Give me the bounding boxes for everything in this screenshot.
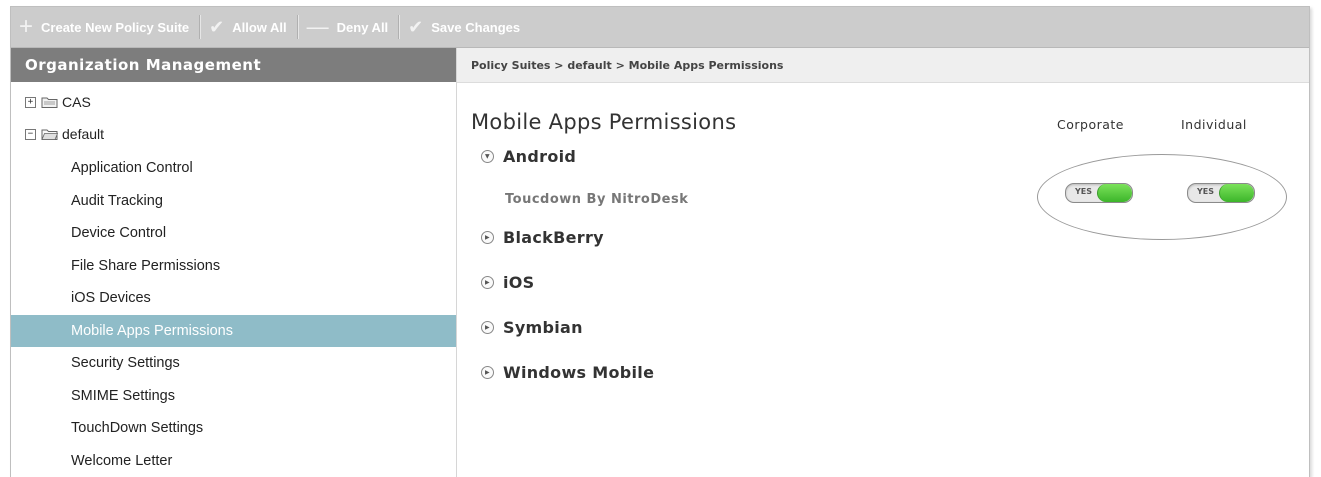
expanded-arrow-icon: ▼ (481, 150, 494, 163)
create-policy-suite-button[interactable]: + Create New Policy Suite (11, 7, 199, 47)
tree-node-label: default (62, 126, 104, 142)
check-icon: ✔ (209, 18, 224, 36)
sidebar: Organization Management + CAS − default … (11, 48, 457, 477)
platform-android[interactable]: ▼ Android (481, 147, 576, 166)
sidebar-header: Organization Management (11, 48, 456, 82)
sidebar-item-security-settings[interactable]: Security Settings (11, 347, 456, 380)
platform-label: iOS (503, 273, 535, 292)
column-header-individual: Individual (1181, 117, 1247, 132)
minus-icon: — (307, 16, 329, 38)
save-changes-button[interactable]: ✔ Save Changes (400, 7, 530, 47)
sidebar-item-device-control[interactable]: Device Control (11, 217, 456, 250)
platform-symbian[interactable]: ▶ Symbian (481, 318, 583, 337)
collapsed-arrow-icon: ▶ (481, 276, 494, 289)
collapsed-arrow-icon: ▶ (481, 321, 494, 334)
platform-blackberry[interactable]: ▶ BlackBerry (481, 228, 604, 247)
corporate-toggle[interactable]: YES (1065, 183, 1133, 203)
expand-icon[interactable]: + (25, 97, 36, 108)
toggle-label: YES (1075, 187, 1092, 196)
toggle-knob (1219, 184, 1254, 202)
page-title: Mobile Apps Permissions (471, 110, 736, 134)
collapsed-arrow-icon: ▶ (481, 366, 494, 379)
toggle-label: YES (1197, 187, 1214, 196)
platform-label: Symbian (503, 318, 583, 337)
individual-toggle[interactable]: YES (1187, 183, 1255, 203)
sidebar-item-audit-tracking[interactable]: Audit Tracking (11, 185, 456, 218)
collapse-icon[interactable]: − (25, 129, 36, 140)
sidebar-item-file-share-permissions[interactable]: File Share Permissions (11, 250, 456, 283)
check-icon: ✔ (408, 18, 423, 36)
toggle-knob (1097, 184, 1132, 202)
create-policy-suite-label: Create New Policy Suite (41, 20, 189, 35)
sidebar-item-ios-devices[interactable]: iOS Devices (11, 282, 456, 315)
deny-all-button[interactable]: — Deny All (299, 7, 399, 47)
allow-all-label: Allow All (232, 20, 286, 35)
app-window: + Create New Policy Suite ✔ Allow All — … (10, 6, 1310, 477)
plus-icon: + (19, 15, 33, 39)
collapsed-arrow-icon: ▶ (481, 231, 494, 244)
tree-node-cas[interactable]: + CAS (11, 86, 456, 118)
sidebar-item-smime-settings[interactable]: SMIME Settings (11, 380, 456, 413)
platform-label: BlackBerry (503, 228, 604, 247)
platform-label: Android (503, 147, 576, 166)
tree-node-default[interactable]: − default (11, 118, 456, 150)
column-header-corporate: Corporate (1057, 117, 1124, 132)
sidebar-item-mobile-apps-permissions[interactable]: Mobile Apps Permissions (11, 315, 456, 348)
toolbar: + Create New Policy Suite ✔ Allow All — … (11, 7, 1309, 48)
app-name: Toucdown By NitroDesk (505, 192, 688, 207)
folder-icon (41, 96, 58, 108)
sidebar-item-touchdown-settings[interactable]: TouchDown Settings (11, 412, 456, 445)
open-folder-icon (41, 128, 58, 140)
save-changes-label: Save Changes (431, 20, 520, 35)
platform-windows-mobile[interactable]: ▶ Windows Mobile (481, 363, 654, 382)
sidebar-item-welcome-letter[interactable]: Welcome Letter (11, 445, 456, 477)
platform-label: Windows Mobile (503, 363, 654, 382)
allow-all-button[interactable]: ✔ Allow All (201, 7, 297, 47)
main-panel: Policy Suites > default > Mobile Apps Pe… (457, 48, 1309, 477)
sidebar-item-application-control[interactable]: Application Control (11, 152, 456, 185)
tree-node-label: CAS (62, 94, 91, 110)
breadcrumb: Policy Suites > default > Mobile Apps Pe… (457, 48, 1309, 83)
deny-all-label: Deny All (337, 20, 389, 35)
platform-ios[interactable]: ▶ iOS (481, 273, 535, 292)
